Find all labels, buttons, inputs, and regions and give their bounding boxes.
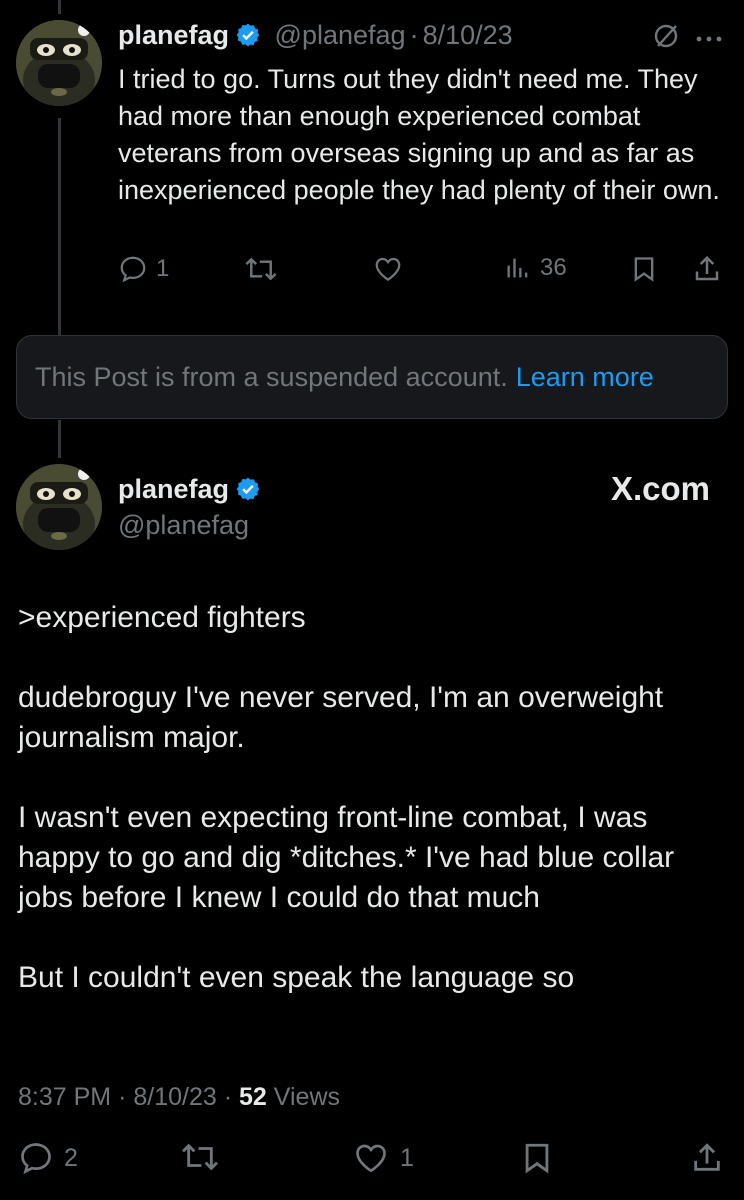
retweet-button[interactable]: [180, 1140, 220, 1174]
separator: ·: [118, 1083, 127, 1111]
reply-button[interactable]: 2: [18, 1140, 78, 1176]
tweet-actions: 2 1: [18, 1140, 730, 1184]
thread-line-lower: [58, 420, 61, 458]
tweet-text: I tried to go. Turns out they didn't nee…: [118, 64, 720, 205]
like-icon: [356, 1144, 386, 1173]
reply-icon: [21, 1143, 51, 1175]
x-watermark: X.com: [610, 470, 710, 507]
views-button[interactable]: 36: [504, 254, 567, 282]
more-icon[interactable]: [696, 30, 722, 48]
reply-button[interactable]: 1: [118, 254, 169, 284]
thread-line-top: [58, 0, 61, 14]
like-icon: [375, 257, 401, 281]
bookmark-icon: [634, 257, 654, 282]
tweet-paragraph: I wasn't even expecting front-line comba…: [18, 801, 675, 914]
avatar[interactable]: [16, 20, 102, 106]
avatar[interactable]: [16, 464, 102, 550]
retweet-icon: [245, 257, 277, 281]
grok-icon[interactable]: [652, 22, 680, 55]
tweet-time[interactable]: 8:37 PM: [18, 1083, 111, 1111]
tweet-date[interactable]: 8/10/23: [423, 20, 513, 50]
reply-count: 2: [64, 1143, 78, 1172]
reply-icon: [120, 256, 146, 283]
tweet-paragraph: >experienced fighters: [18, 601, 306, 634]
tweet-paragraph: But I couldn't even speak the language s…: [18, 961, 575, 994]
retweet-icon: [181, 1143, 219, 1171]
like-button[interactable]: [372, 254, 404, 284]
tweet-header: planefag @planefag · 8/10/23: [118, 20, 513, 55]
separator: ·: [409, 20, 419, 50]
suspended-notice: This Post is from a suspended account. L…: [16, 335, 728, 419]
thread-line: [58, 118, 61, 336]
handle[interactable]: @planefag: [118, 510, 249, 541]
like-count: 1: [400, 1143, 414, 1172]
tweet-author: planefag: [118, 474, 261, 507]
verified-badge-icon: [235, 22, 261, 55]
like-button[interactable]: 1: [352, 1140, 414, 1176]
verified-badge-icon: [235, 476, 261, 507]
views-count: 52: [239, 1083, 267, 1111]
retweet-button[interactable]: [244, 254, 278, 284]
tweet-text: >experienced fighters dudebroguy I've ne…: [18, 598, 728, 1038]
views-label: Views: [273, 1083, 341, 1111]
tweet-meta: 8:37 PM · 8/10/23 · 52 Views: [18, 1083, 340, 1112]
tweet-paragraph: dudebroguy I've never served, I'm an ove…: [18, 681, 664, 754]
suspended-message: This Post is from a suspended account.: [35, 361, 508, 392]
tweet-top-icons: [652, 22, 722, 55]
share-icon: [694, 1143, 720, 1171]
share-icon: [695, 255, 719, 281]
bookmark-button[interactable]: [520, 1140, 554, 1176]
display-name[interactable]: planefag: [118, 20, 229, 50]
share-button[interactable]: [690, 1140, 724, 1176]
share-button[interactable]: [692, 254, 722, 284]
display-name[interactable]: planefag: [118, 474, 229, 504]
separator: ·: [223, 1083, 233, 1111]
bookmark-icon: [525, 1143, 549, 1174]
tweet-actions: 1 36: [118, 254, 728, 290]
views-icon: [507, 258, 528, 278]
tweet-date[interactable]: 8/10/23: [133, 1083, 216, 1111]
view-count: 36: [540, 254, 567, 281]
bookmark-button[interactable]: [630, 254, 658, 284]
learn-more-link[interactable]: Learn more: [516, 362, 654, 393]
reply-count: 1: [156, 255, 170, 282]
handle[interactable]: @planefag: [275, 20, 406, 50]
